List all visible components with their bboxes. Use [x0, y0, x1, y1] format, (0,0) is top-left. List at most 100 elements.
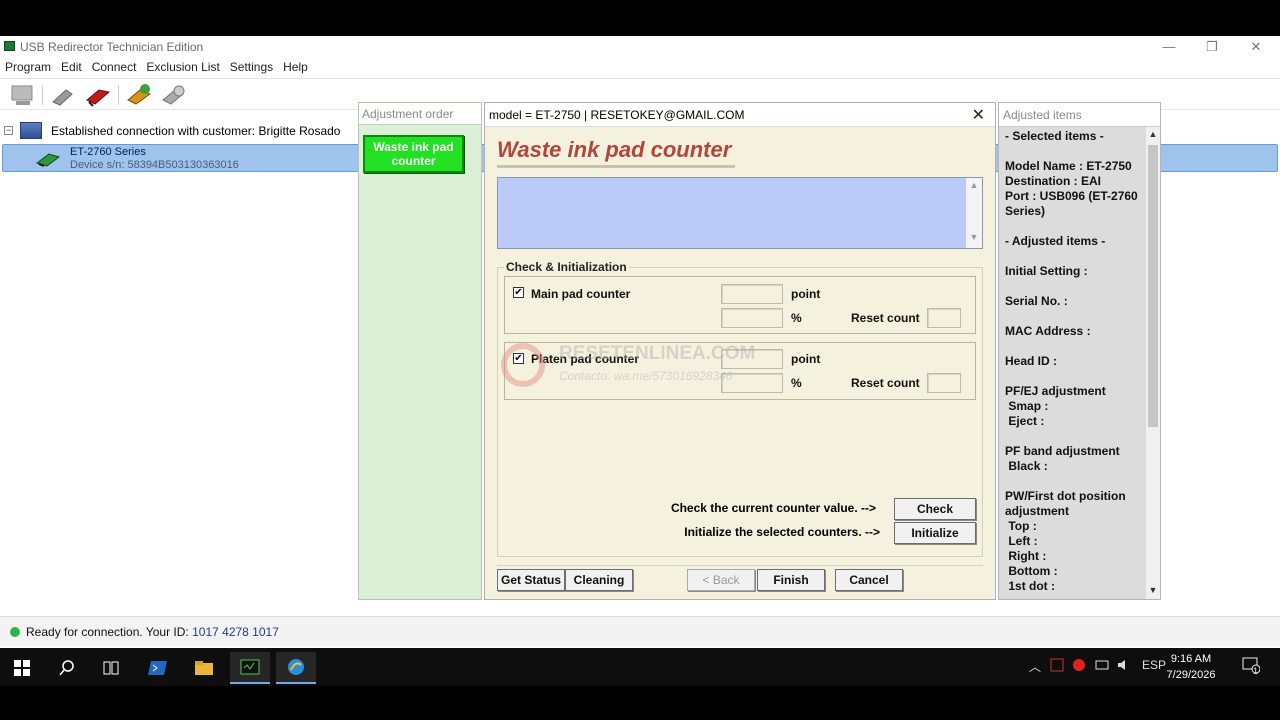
plug-icon[interactable] — [48, 82, 78, 108]
main-pad-checkbox[interactable]: ✔ — [513, 287, 524, 298]
status-bar: Ready for connection. Your ID: 1017 4278… — [0, 616, 1280, 646]
menu-bar: Program Edit Connect Exclusion List Sett… — [0, 58, 1280, 76]
adjusted-item-line: PF band adjustment — [1005, 444, 1120, 458]
page-title: Waste ink pad counter — [497, 137, 732, 162]
platen-pad-point-unit: point — [791, 352, 821, 366]
status-id: 1017 4278 1017 — [192, 625, 279, 639]
settings-plug-icon[interactable] — [159, 82, 189, 108]
search-icon[interactable] — [47, 652, 87, 684]
volume-icon[interactable] — [1116, 658, 1130, 675]
main-pad-section: ✔ Main pad counter point % Reset count — [504, 276, 976, 334]
adjusted-items-list: - Selected items - Model Name : ET-2750 D… — [1005, 129, 1145, 594]
adjusted-item-line: Smap : — [1005, 399, 1049, 413]
cancel-button[interactable]: Cancel — [835, 569, 903, 591]
adjusted-item-line — [1005, 339, 1145, 354]
adjusted-item-line — [1005, 429, 1145, 444]
main-pad-point-field — [721, 284, 783, 304]
disconnect-icon[interactable] — [83, 82, 113, 108]
finish-button[interactable]: Finish — [757, 569, 825, 591]
status-dot-icon — [10, 627, 20, 637]
check-initialization-group: Check & Initialization ✔ Main pad counte… — [497, 260, 983, 557]
menu-program[interactable]: Program — [0, 58, 56, 76]
main-pad-reset-label: Reset count — [851, 311, 920, 325]
adjusted-item-line — [1005, 249, 1145, 264]
group-legend: Check & Initialization — [504, 260, 629, 274]
device-serial: Device s/n: 58394B503130363016 — [70, 159, 239, 171]
adjusted-items-scrollbar[interactable]: ▲ ▼ — [1146, 127, 1160, 599]
dialog-close-icon[interactable]: ✕ — [972, 105, 985, 125]
main-pad-percent-unit: % — [791, 311, 802, 325]
main-pad-label: Main pad counter — [531, 287, 631, 301]
adjusted-item-line: Left : — [1005, 534, 1038, 548]
waste-ink-pad-counter-item[interactable]: Waste ink pad counter — [363, 135, 464, 173]
device-name: ET-2760 Series — [70, 146, 146, 158]
network-icon[interactable] — [1095, 658, 1109, 675]
menu-settings[interactable]: Settings — [225, 58, 278, 76]
notification-count: 1 — [1253, 666, 1259, 676]
adjustment-order-panel: Adjustment order Waste ink pad counter — [358, 102, 482, 600]
screen: USB Redirector Technician Edition — ❐ ✕ … — [0, 0, 1280, 720]
menu-edit[interactable]: Edit — [56, 58, 87, 76]
menu-exclusion-list[interactable]: Exclusion List — [141, 58, 224, 76]
menu-help[interactable]: Help — [278, 58, 313, 76]
message-box[interactable]: ▲ ▼ — [497, 177, 983, 249]
clock[interactable]: 9:16 AM 7/29/2026 — [1156, 651, 1226, 683]
initialize-instruction: Initialize the selected counters. --> — [684, 525, 880, 539]
dialog-title: model = ET-2750 | RESETOKEY@GMAIL.COM — [489, 108, 745, 122]
message-scrollbar[interactable]: ▲ ▼ — [966, 178, 982, 248]
task-view-icon[interactable] — [91, 652, 131, 684]
main-pad-percent-field — [721, 308, 783, 328]
adjusted-item-line: Bottom : — [1005, 564, 1058, 578]
connect-device-icon[interactable] — [124, 82, 154, 108]
toolbar-separator — [118, 85, 119, 105]
close-button[interactable]: ✕ — [1242, 38, 1270, 56]
main-pad-reset-field — [927, 308, 961, 328]
adjusted-items-header: Adjusted items — [999, 103, 1160, 127]
check-button[interactable]: Check — [894, 498, 976, 520]
scroll-thumb[interactable] — [1148, 145, 1158, 427]
computer-icon[interactable] — [8, 82, 38, 108]
platen-pad-point-field — [721, 349, 783, 369]
adjustment-order-header: Adjustment order — [359, 103, 481, 125]
platen-pad-reset-field — [927, 373, 961, 393]
back-button[interactable]: < Back — [687, 569, 755, 591]
toolbar-separator — [42, 85, 43, 105]
get-status-button[interactable]: Get Status — [497, 569, 565, 591]
adjusted-item-line: Right : — [1005, 549, 1047, 563]
restore-button[interactable]: ❐ — [1198, 38, 1226, 56]
adjusted-item-line — [1005, 474, 1145, 489]
adjusted-item-line: Series) — [1005, 204, 1046, 218]
platen-pad-checkbox[interactable]: ✔ — [513, 353, 524, 364]
terminal-icon[interactable] — [230, 652, 270, 684]
adjusted-items-panel: Adjusted items - Selected items - Model … — [998, 102, 1161, 600]
clock-date: 7/29/2026 — [1166, 669, 1216, 681]
adjusted-item-line: PW/First dot position — [1005, 489, 1126, 503]
main-pad-point-unit: point — [791, 287, 821, 301]
powershell-icon[interactable] — [138, 652, 178, 684]
adjusted-item-line: Initial Setting : — [1005, 264, 1088, 278]
collapse-icon[interactable]: − — [4, 126, 13, 135]
tray-red-icon[interactable] — [1072, 658, 1086, 675]
cleaning-button[interactable]: Cleaning — [565, 569, 633, 591]
clock-time: 9:16 AM — [1170, 653, 1212, 665]
initialize-button[interactable]: Initialize — [894, 522, 976, 544]
tray-app-icon[interactable] — [1050, 658, 1064, 675]
chevron-up-icon[interactable]: ︿ — [1029, 658, 1041, 675]
adjusted-item-line: MAC Address : — [1005, 324, 1091, 338]
windows-start-icon[interactable] — [2, 652, 42, 684]
printer-device-icon — [35, 151, 61, 167]
platen-pad-percent-unit: % — [791, 376, 802, 390]
connection-label: Established connection with customer: Br… — [51, 124, 341, 138]
menu-connect[interactable]: Connect — [87, 58, 142, 76]
minimize-button[interactable]: — — [1155, 38, 1183, 56]
status-message: Ready for connection. Your ID: — [26, 625, 193, 639]
adjusted-item-line: 1st dot : — [1005, 579, 1056, 593]
browser-icon[interactable] — [276, 652, 316, 684]
scroll-up-icon[interactable]: ▲ — [1146, 129, 1160, 139]
file-explorer-icon[interactable] — [184, 652, 224, 684]
adjusted-item-line: PF/EJ adjustment — [1005, 384, 1106, 398]
platen-pad-reset-label: Reset count — [851, 376, 920, 390]
dialog-title-bar: model = ET-2750 | RESETOKEY@GMAIL.COM ✕ — [485, 103, 995, 127]
scroll-down-icon[interactable]: ▼ — [1146, 585, 1160, 595]
adjusted-item-line: Head ID : — [1005, 354, 1058, 368]
